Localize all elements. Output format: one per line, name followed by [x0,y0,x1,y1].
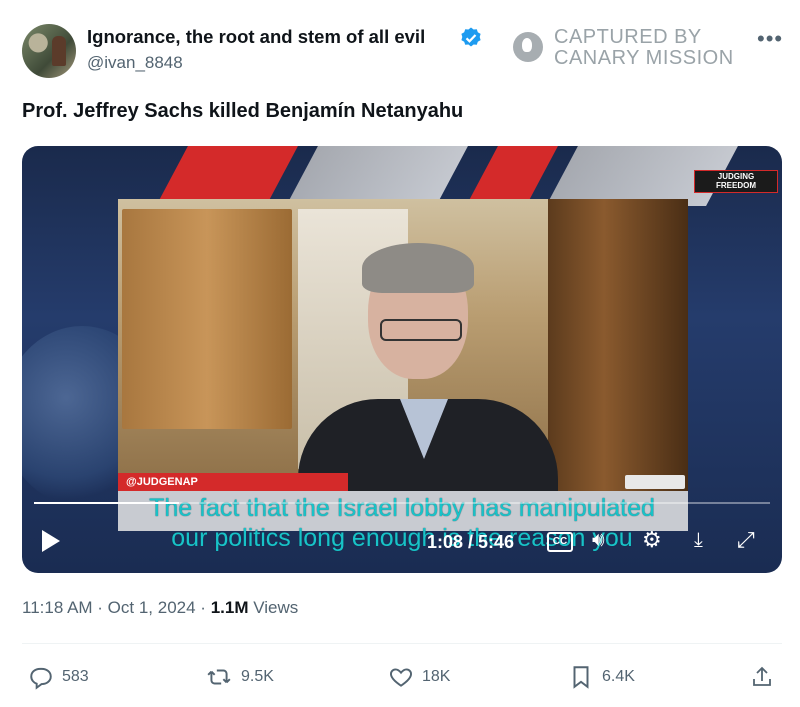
settings-gear-icon[interactable]: ⚙ [642,527,662,553]
tweet-meta: 11:18 AM · Oct 1, 2024 · 1.1M Views [22,598,299,617]
reply-icon [30,667,52,690]
bookmark-icon [573,666,589,689]
share-button[interactable] [750,664,782,690]
progress-fill [34,502,179,504]
captions-icon[interactable]: CC [547,532,573,552]
bookmark-button[interactable]: 6.4K [568,664,635,690]
user-handle[interactable]: @ivan_8848 [87,53,183,73]
video-time: 1:08 / 5:46 [427,532,515,552]
onscreen-handle-tag: @JUDGENAP [118,473,348,491]
views-label: Views [253,598,299,617]
progress-bar[interactable] [34,502,770,504]
heart-icon [390,668,412,687]
canary-logo-icon [513,32,543,62]
display-name[interactable]: Ignorance, the root and stem of all evil [87,26,425,48]
timestamp[interactable]: 11:18 AM · Oct 1, 2024 [22,598,196,617]
avatar[interactable] [22,24,76,78]
views-count: 1.1M [210,598,249,617]
tweet-text: Prof. Jeffrey Sachs killed Benjamín Neta… [22,100,464,122]
more-options-icon[interactable]: ••• [757,26,783,52]
verified-badge-icon [461,27,481,47]
play-icon[interactable] [42,530,60,552]
speaker [298,243,558,491]
reply-count: 583 [62,668,89,685]
divider [22,643,782,644]
like-button[interactable]: 18K [388,664,450,690]
repost-button[interactable]: 9.5K [205,664,274,690]
share-icon [753,666,771,686]
like-count: 18K [422,668,451,685]
reply-button[interactable]: 583 [28,664,89,690]
canary-mission-watermark: CAPTURED BY CANARY MISSION [513,26,753,70]
watermark-line-2: CANARY MISSION [554,47,734,69]
caption-line-2: our politics long enough is the reason y… [171,524,633,552]
video-frame [118,199,688,491]
video-player[interactable]: JUDGING FREEDOM @JUDGENAP The fact that … [22,146,782,573]
fullscreen-icon[interactable]: ⤢ [737,527,755,553]
bookmark-count: 6.4K [602,668,635,685]
subscribe-graphic [625,475,685,489]
repost-icon [207,669,231,685]
repost-count: 9.5K [241,668,274,685]
judging-freedom-logo: JUDGING FREEDOM [694,170,778,193]
caption-line-1: The fact that the Israel lobby has manip… [149,494,655,522]
watermark-line-1: CAPTURED BY [554,26,702,48]
volume-icon[interactable]: 🔊︎ [592,529,605,552]
popout-icon[interactable]: ⤓ [694,529,703,552]
